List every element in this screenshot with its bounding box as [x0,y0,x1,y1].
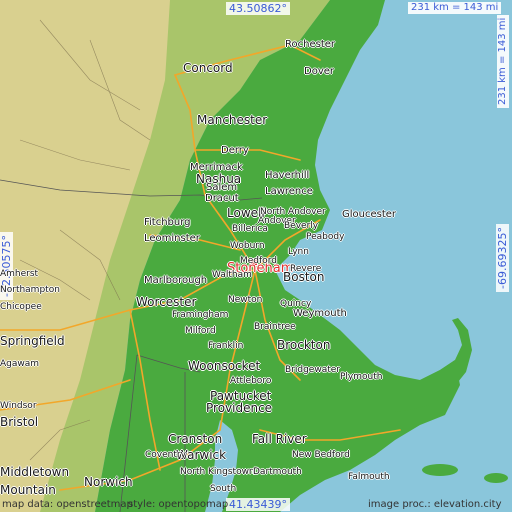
place-label: Derry [221,145,249,156]
place-label: Gloucester [342,209,397,220]
credit-map-data: map data: openstreetmap [2,499,133,510]
place-label: Plymouth [340,372,383,382]
place-label: Providence [206,401,273,415]
place-label: Brockton [277,338,331,352]
place-label: Weymouth [293,308,347,319]
place-label: Middletown [0,465,70,479]
place-label: Peabody [306,232,345,242]
place-label: Leominster [144,233,200,244]
coord-top-label: 43.50862° [226,2,290,15]
place-label: Boston [283,270,325,284]
place-label: Milford [185,326,216,336]
place-label: South [210,484,237,494]
place-label: Dover [304,66,334,77]
place-label: Bridgewater [285,365,340,375]
place-label: Woonsocket [188,359,261,373]
place-label: Coventry [145,450,186,460]
coord-bottom-label: 41.43439° [226,498,290,511]
island-nantucket [484,473,508,483]
place-label: Braintree [254,322,296,332]
scale-right-label: 231 km = 143 mi [497,14,509,108]
place-label: Lawrence [265,186,313,197]
credit-style: style: opentopomap [128,499,229,510]
island-marthas-vineyard [422,464,458,476]
place-label: Medford [240,256,277,266]
place-label: Fall River [252,432,307,446]
place-label: Worcester [136,295,197,309]
place-label: North Kingstown [180,467,255,477]
place-label: Billerica [232,224,268,234]
topographic-map[interactable]: 43.50862° 41.43439° -72.50575° -69.69325… [0,0,512,512]
place-label: Agawam [0,359,40,369]
place-label: Manchester [197,113,268,127]
place-label: Salem [206,182,238,193]
place-label: Franklin [208,341,244,351]
place-label: Bristol [0,415,39,429]
place-label: Attleboro [230,376,272,386]
place-label: Falmouth [348,472,390,482]
place-label: Norwich [84,475,133,489]
coord-right-label: -69.69325° [496,224,509,292]
place-label: Woburn [230,241,265,251]
place-label: Amherst [0,269,39,279]
place-label: Fitchburg [144,217,191,228]
place-label: Springfield [0,334,65,348]
place-label: Beverly [284,221,319,231]
place-label: Dracut [205,193,239,204]
place-label: Northampton [0,285,60,295]
place-label: Chicopee [0,302,42,312]
place-label: Mountain [0,483,56,497]
credit-image-proc: image proc.: elevation.city [368,499,502,510]
place-label: Waltham [212,270,252,280]
place-label: Concord [183,61,233,75]
place-label: Lynn [288,247,309,257]
scale-top-label: 231 km = 143 mi [408,2,502,14]
place-label: New Bedford [292,450,350,460]
place-label: Marlborough [144,275,208,286]
place-label: Cranston [168,432,223,446]
place-label: Newton [228,295,263,305]
place-label: Framingham [172,310,229,320]
place-label: Haverhill [265,170,310,181]
place-label: Rochester [285,39,335,50]
place-label: Windsor [0,401,37,411]
place-label: Dartmouth [253,467,302,477]
